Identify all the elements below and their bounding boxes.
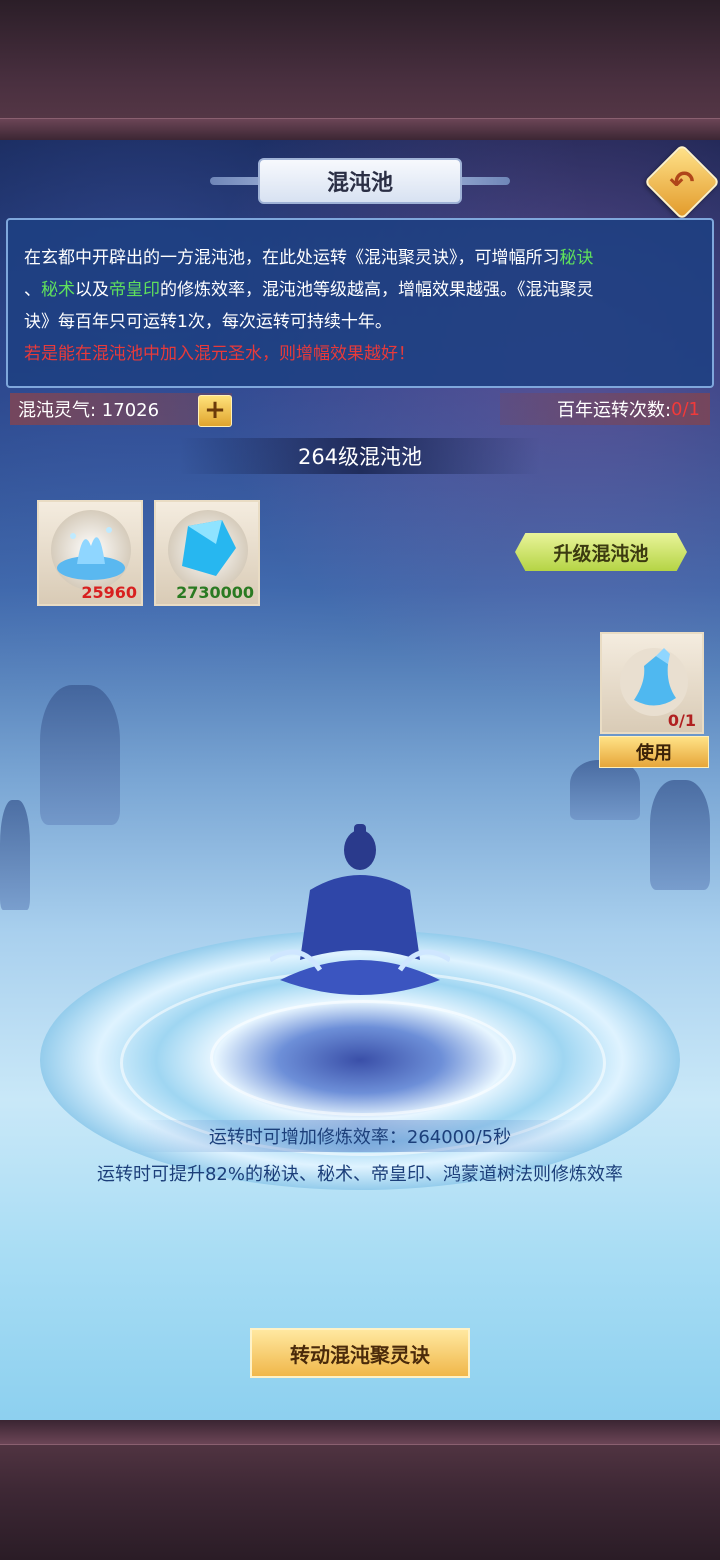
blue-crystal-icon [182,520,236,576]
floating-mountain [0,800,30,910]
water-splash-icon [57,527,125,580]
holy-water-bottle-icon [620,648,688,716]
upgrade-pool-button[interactable]: 升级混沌池 [515,533,687,571]
floating-mountain [570,760,640,820]
cost-item-spring[interactable]: 25960 [37,500,143,606]
use-button[interactable]: 使用 [599,736,709,768]
back-arrow-icon: ↶ [669,164,695,200]
holy-water-quantity: 0/1 [667,711,696,730]
vortex-ring [210,1000,516,1116]
item-quantity: 25960 [81,583,137,602]
run-count-value: 0/1 [671,398,700,420]
run-count-bar: 百年运转次数: 0/1 [500,393,710,425]
title-banner: 混沌池 [210,158,510,204]
efficiency-rate: 运转时可增加修炼效率：264000/5秒 [130,1120,590,1152]
page-title: 混沌池 [258,158,462,204]
bottom-frame-ornament [0,1420,720,1445]
item-quantity: 2730000 [176,583,254,602]
top-frame [0,0,720,141]
description-line-1: 在玄都中开辟出的一方混沌池，在此处运转《混沌聚灵诀》，可增幅所习秘诀 [24,248,594,268]
boost-description: 运转时可提升82%的秘诀、秘术、帝皇印、鸿蒙道树法则修炼效率 [96,1164,623,1185]
meditating-figure [270,824,450,995]
add-qi-button[interactable]: + [198,395,232,427]
run-chaos-art-button[interactable]: 转动混沌聚灵诀 [250,1328,470,1378]
top-frame-ornament [0,118,720,141]
description-line-3: 诀》每百年只可运转1次，每次运转可持续十年。 [24,312,392,332]
cost-item-crystal[interactable]: 2730000 [154,500,260,606]
description-panel: 在玄都中开辟出的一方混沌池，在此处运转《混沌聚灵诀》，可增幅所习秘诀 、秘术以及… [6,218,714,388]
description-hint: 若是能在混沌池中加入混元圣水，则增幅效果越好！ [24,344,415,364]
chaos-qi-label: 混沌灵气: 17026 [18,400,160,421]
bottom-frame [0,1420,720,1560]
floating-mountain [650,780,710,890]
pool-level: 264级混沌池 [180,438,540,474]
holy-water-slot[interactable]: 0/1 [600,632,704,734]
description-line-2: 、秘术以及帝皇印的修炼效率，混沌池等级越高，增幅效果越强。《混沌聚灵 [24,280,594,300]
floating-mountain [40,685,120,825]
run-count-label: 百年运转次数: [556,400,672,421]
